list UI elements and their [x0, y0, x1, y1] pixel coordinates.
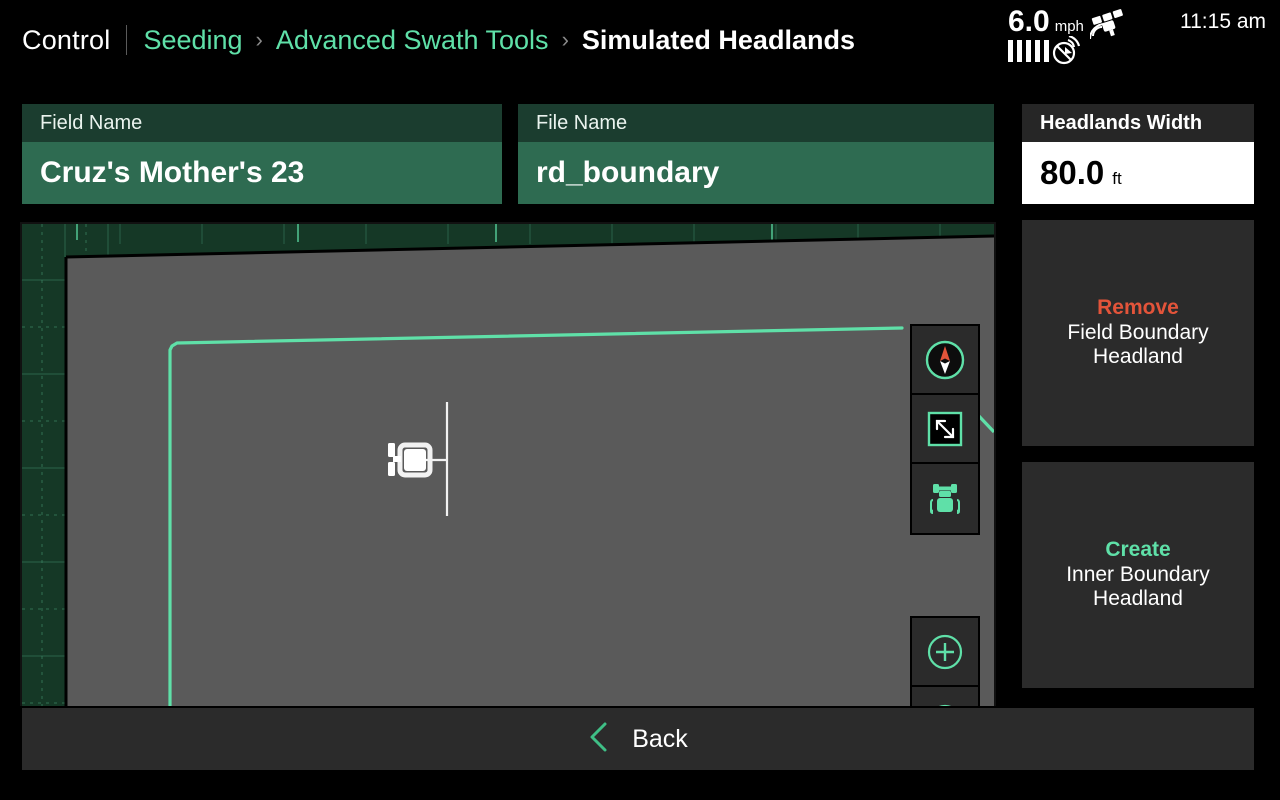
headlands-width-unit: ft [1112, 169, 1121, 189]
signal-bar [1008, 40, 1013, 62]
remove-field-boundary-headland-button[interactable]: Remove Field Boundary Headland [1020, 218, 1256, 448]
field-name-label-bar: Field Name [22, 104, 502, 142]
tractor-icon [924, 478, 966, 520]
clock-time: 11:15 am [1180, 10, 1266, 34]
breadcrumb-item-advanced-swath-tools[interactable]: Advanced Swath Tools [276, 25, 549, 56]
zoom-in-button[interactable] [912, 618, 978, 687]
speed-value: 6.0 [1008, 5, 1050, 39]
headlands-width-label: Headlands Width [1040, 112, 1202, 135]
file-name-panel[interactable]: File Name rd_boundary [516, 102, 996, 206]
chevron-left-icon [588, 721, 610, 758]
field-name-value-bar: Cruz's Mother's 23 [22, 142, 502, 204]
create-button-line2: Headland [1093, 587, 1183, 612]
remove-button-accent-label: Remove [1097, 296, 1179, 321]
top-status-bar: Control Seeding › Advanced Swath Tools ›… [0, 0, 1280, 80]
main-content: Field Name Cruz's Mother's 23 File Name … [0, 80, 1280, 800]
satellite-dish-icon [1052, 36, 1086, 71]
create-button-line1: Inner Boundary [1066, 563, 1210, 588]
file-name-label-bar: File Name [518, 104, 994, 142]
chevron-right-icon: › [256, 27, 263, 53]
expand-arrows-icon [924, 408, 966, 450]
headlands-width-label-bar: Headlands Width [1022, 104, 1254, 142]
breadcrumb-root[interactable]: Control [22, 25, 110, 56]
field-name-label: Field Name [40, 112, 142, 135]
back-button[interactable]: Back [20, 706, 1256, 772]
signal-bar [1017, 40, 1022, 62]
map-view-controls [910, 324, 980, 535]
chevron-right-icon: › [562, 27, 569, 53]
file-name-value-bar: rd_boundary [518, 142, 994, 204]
breadcrumb-divider [126, 25, 127, 55]
create-button-accent-label: Create [1105, 538, 1170, 563]
signal-bar [1044, 40, 1049, 62]
breadcrumb-current-page: Simulated Headlands [582, 25, 855, 56]
remove-button-line2: Headland [1093, 345, 1183, 370]
back-button-label: Back [632, 725, 688, 754]
file-name-value: rd_boundary [536, 156, 719, 190]
map-canvas [22, 224, 994, 768]
headlands-width-value: 80.0 [1040, 154, 1104, 192]
signal-bar [1026, 40, 1031, 62]
speed-unit: mph [1055, 18, 1084, 35]
breadcrumb-item-seeding[interactable]: Seeding [143, 25, 242, 56]
signal-strength-bars [1008, 40, 1049, 62]
compass-button[interactable] [912, 326, 978, 395]
field-name-value: Cruz's Mother's 23 [40, 156, 304, 190]
remove-button-line1: Field Boundary [1067, 321, 1208, 346]
fit-to-screen-button[interactable] [912, 395, 978, 464]
plus-icon [924, 631, 966, 673]
field-interior [66, 236, 994, 768]
field-map-view[interactable] [20, 222, 996, 770]
headlands-width-panel[interactable]: Headlands Width 80.0 ft [1020, 102, 1256, 206]
create-inner-boundary-headland-button[interactable]: Create Inner Boundary Headland [1020, 460, 1256, 690]
signal-bar [1035, 40, 1040, 62]
satellite-icon [1090, 6, 1136, 45]
status-indicators: 6.0 mph [990, 0, 1280, 80]
compass-north-icon [924, 339, 966, 381]
file-name-label: File Name [536, 112, 627, 135]
breadcrumb: Control Seeding › Advanced Swath Tools ›… [22, 0, 855, 80]
field-name-panel[interactable]: Field Name Cruz's Mother's 23 [20, 102, 504, 206]
center-on-vehicle-button[interactable] [912, 464, 978, 533]
headlands-width-input[interactable]: 80.0 ft [1022, 142, 1254, 204]
speed-readout: 6.0 mph [1008, 5, 1084, 39]
